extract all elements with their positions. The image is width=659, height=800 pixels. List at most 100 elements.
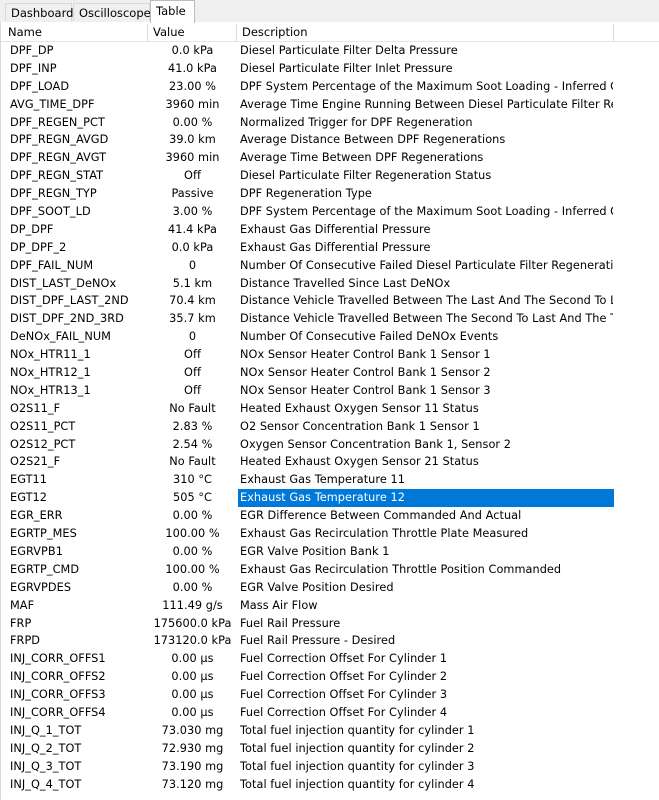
table-row[interactable]: INJ_CORR_OFFS4 0.00 µs Fuel Correction Off… <box>1 704 659 722</box>
cell-description: Exhaust Gas Temperature 12 <box>238 489 614 508</box>
table-row[interactable]: INJ_Q_3_TOT 73.190 mg Total fuel injection… <box>1 758 659 776</box>
table-row[interactable]: DPF_LOAD 23.00 % DPF System Percentage of … <box>1 78 659 96</box>
column-header-description[interactable]: Description <box>237 24 614 41</box>
cell-description: DPF System Percentage of the Maximum Soo… <box>240 79 613 93</box>
cell-value: 3960 min <box>165 97 220 111</box>
cell-value: 0.00 µs <box>171 670 214 684</box>
cell-name: EGRVPDES <box>10 580 72 594</box>
cell-value: Off <box>184 169 201 183</box>
table-row[interactable]: INJ_CORR_OFFS1 0.00 µs Fuel Correction Off… <box>1 650 659 668</box>
column-header-value[interactable]: Value <box>148 24 237 41</box>
cell-value: No Fault <box>169 401 216 415</box>
tab-table[interactable]: Table <box>150 0 195 23</box>
table-row[interactable]: FRP 175600.0 kPa Fuel Rail Pressure <box>1 615 659 633</box>
table-row[interactable]: DPF_REGEN_PCT 0.00 % Normalized Trigger fo… <box>1 114 659 132</box>
table-row[interactable]: DeNOx_FAIL_NUM 0 Number Of Consecutive Fai… <box>1 328 659 346</box>
cell-value: 2.83 % <box>172 419 213 433</box>
table-row[interactable]: FRPD 173120.0 kPa Fuel Rail Pressure - Des… <box>1 632 659 650</box>
table-row[interactable]: DPF_FAIL_NUM 0 Number Of Consecutive Faile… <box>1 257 659 275</box>
table-row[interactable]: O2S11_PCT 2.83 % O2 Sensor Concentration B… <box>1 418 659 436</box>
cell-name: EGT12 <box>10 491 48 505</box>
table-row[interactable]: DP_DPF 41.4 kPa Exhaust Gas Differential P… <box>1 221 659 239</box>
table-row[interactable]: NOx_HTR11_1 Off NOx Sensor Heater Control … <box>1 346 659 364</box>
cell-value: 23.00 % <box>168 79 217 93</box>
cell-name: EGRTP_MES <box>10 527 77 541</box>
cell-value: 100.00 % <box>165 527 220 541</box>
cell-description: NOx Sensor Heater Control Bank 1 Sensor … <box>240 348 491 362</box>
cell-description: Total fuel injection quantity for cylind… <box>240 759 475 773</box>
cell-value: 0.00 µs <box>171 705 214 719</box>
cell-name: INJ_CORR_OFFS2 <box>10 670 106 684</box>
table-row[interactable]: DPF_REGN_AVGT 3960 min Average Time Betwee… <box>1 149 659 167</box>
table-row[interactable]: INJ_Q_2_TOT 72.930 mg Total fuel injection… <box>1 740 659 758</box>
table-row[interactable]: EGT11 310 °C Exhaust Gas Temperature 11 <box>1 471 659 489</box>
cell-value: 0.00 µs <box>171 652 214 666</box>
column-header-name[interactable]: Name <box>3 24 148 41</box>
cell-name: FRP <box>10 616 32 630</box>
table-row[interactable]: AVG_TIME_DPF 3960 min Average Time Engine … <box>1 96 659 114</box>
table-row[interactable]: EGT12 505 °C Exhaust Gas Temperature 12 <box>1 489 659 508</box>
table-row[interactable]: DIST_LAST_DeNOx 5.1 km Distance Travelled … <box>1 275 659 293</box>
cell-name: DIST_LAST_DeNOx <box>10 276 117 290</box>
table-row[interactable]: DPF_INP 41.0 kPa Diesel Particulate Filter… <box>1 60 659 78</box>
cell-name: DPF_LOAD <box>10 79 70 93</box>
tab-oscilloscope[interactable]: Oscilloscope <box>73 3 151 21</box>
table-row[interactable]: EGRVPB1 0.00 % EGR Valve Position Bank 1 <box>1 543 659 561</box>
table-row[interactable]: DPF_SOOT_LD 3.00 % DPF System Percentage o… <box>1 203 659 221</box>
cell-value: 111.49 g/s <box>162 598 223 612</box>
cell-description: Average Distance Between DPF Regeneratio… <box>240 133 506 147</box>
cell-name: EGR_ERR <box>10 509 63 523</box>
table-row[interactable]: DIST_DPF_LAST_2ND 70.4 km Distance Vehicle… <box>1 292 659 310</box>
table-row[interactable]: DPF_REGN_TYP Passive DPF Regeneration Type <box>1 185 659 203</box>
table-row[interactable]: DPF_REGN_AVGD 39.0 km Average Distance Bet… <box>1 131 659 149</box>
cell-description: Oxygen Sensor Concentration Bank 1, Sens… <box>240 437 511 451</box>
cell-value: 0.00 % <box>172 544 213 558</box>
cell-value: 0 <box>188 258 197 272</box>
cell-description: Number Of Consecutive Failed DeNOx Event… <box>240 330 499 344</box>
table-row[interactable]: INJ_Q_1_TOT 73.030 mg Total fuel injection… <box>1 722 659 740</box>
cell-value: Off <box>184 348 201 362</box>
table-row[interactable]: NOx_HTR13_1 Off NOx Sensor Heater Control … <box>1 382 659 400</box>
table-row[interactable]: O2S11_F No Fault Heated Exhaust Oxygen Sen… <box>1 400 659 418</box>
table-row[interactable]: EGRVPDES 0.00 % EGR Valve Position Desired <box>1 579 659 597</box>
table-row[interactable]: MAF 111.49 g/s Mass Air Flow <box>1 597 659 615</box>
cell-name: DP_DPF <box>10 222 54 236</box>
table-body: DPF_DP 0.0 kPa Diesel Particulate Filter D… <box>1 42 659 793</box>
cell-description: Exhaust Gas Temperature 11 <box>240 473 405 487</box>
cell-description: Fuel Rail Pressure - Desired <box>240 634 396 648</box>
cell-name: O2S11_F <box>10 401 61 415</box>
cell-name: NOx_HTR13_1 <box>10 383 91 397</box>
table-row[interactable]: EGRTP_MES 100.00 % Exhaust Gas Recirculati… <box>1 525 659 543</box>
cell-name: DIST_DPF_LAST_2ND <box>10 294 129 308</box>
cell-description: Fuel Correction Offset For Cylinder 2 <box>240 670 448 684</box>
table-row[interactable]: INJ_Q_4_TOT 73.120 mg Total fuel injection… <box>1 776 659 794</box>
cell-name: DPF_REGN_STAT <box>10 169 104 183</box>
table-row[interactable]: INJ_CORR_OFFS3 0.00 µs Fuel Correction Off… <box>1 686 659 704</box>
table-row[interactable]: EGR_ERR 0.00 % EGR Difference Between Comm… <box>1 507 659 525</box>
cell-description: Total fuel injection quantity for cylind… <box>240 723 475 737</box>
table-row[interactable]: INJ_CORR_OFFS2 0.00 µs Fuel Correction Off… <box>1 668 659 686</box>
table-header: Name Value Description <box>1 24 659 42</box>
cell-name: DPF_INP <box>10 61 57 75</box>
cell-description: Distance Travelled Since Last DeNOx <box>240 276 451 290</box>
cell-description: Average Time Between DPF Regenerations <box>240 151 484 165</box>
table-row[interactable]: EGRTP_CMD 100.00 % Exhaust Gas Recirculati… <box>1 561 659 579</box>
cell-value: 0 <box>188 330 197 344</box>
cell-name: EGRVPB1 <box>10 544 63 558</box>
table-row[interactable]: DPF_DP 0.0 kPa Diesel Particulate Filter D… <box>1 42 659 60</box>
cell-name: EGT11 <box>10 473 48 487</box>
cell-description: Fuel Rail Pressure <box>240 616 341 630</box>
tab-dashboard[interactable]: Dashboard <box>5 3 73 21</box>
table-row[interactable]: O2S21_F No Fault Heated Exhaust Oxygen Sen… <box>1 453 659 471</box>
cell-value: 39.0 km <box>169 133 216 147</box>
table-row[interactable]: DIST_DPF_2ND_3RD 35.7 km Distance Vehicle … <box>1 310 659 328</box>
table-row[interactable]: DP_DPF_2 0.0 kPa Exhaust Gas Differential … <box>1 239 659 257</box>
cell-value: 0.0 kPa <box>171 240 214 254</box>
table-row[interactable]: O2S12_PCT 2.54 % Oxygen Sensor Concentrati… <box>1 436 659 454</box>
cell-description: Distance Vehicle Travelled Between The L… <box>240 294 613 308</box>
table-row[interactable]: NOx_HTR12_1 Off NOx Sensor Heater Control … <box>1 364 659 382</box>
cell-description: NOx Sensor Heater Control Bank 1 Sensor … <box>240 366 491 380</box>
cell-value: No Fault <box>169 455 216 469</box>
cell-value: 73.190 mg <box>161 759 224 773</box>
table-row[interactable]: DPF_REGN_STAT Off Diesel Particulate Filte… <box>1 167 659 185</box>
